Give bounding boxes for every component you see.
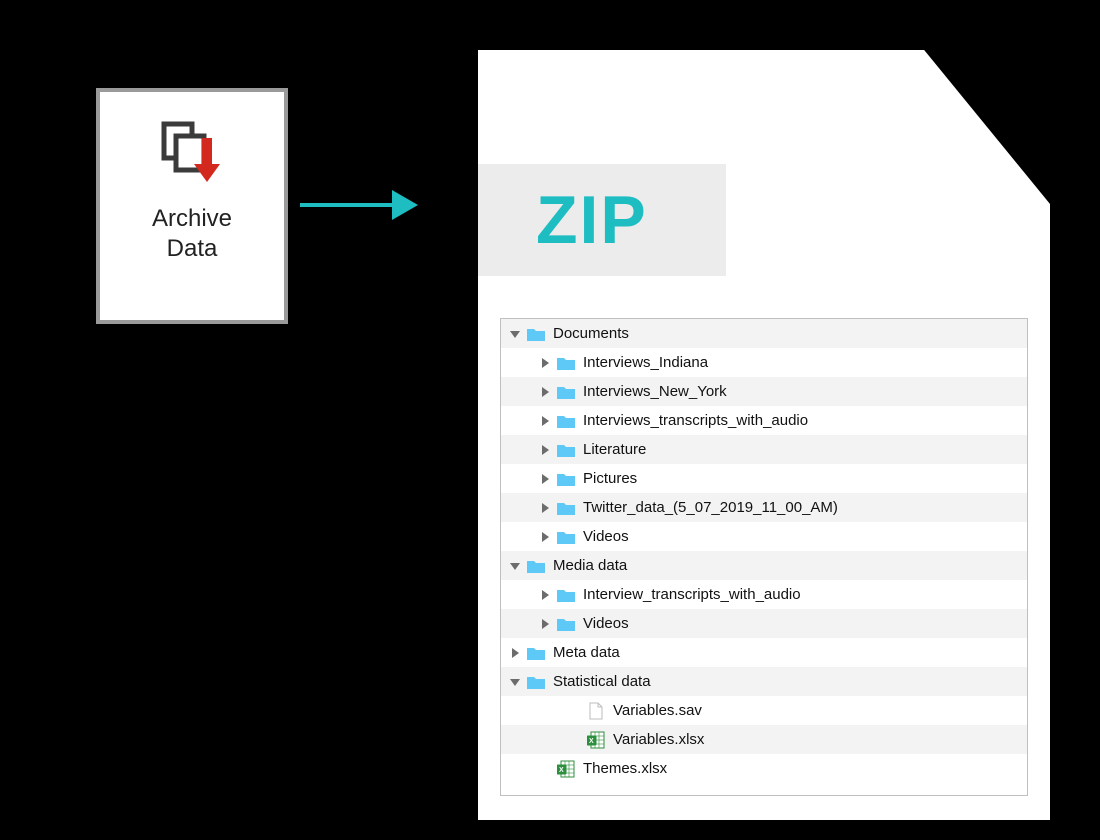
tree-label: Media data xyxy=(553,557,627,574)
tree-row-videos-docs[interactable]: Videos xyxy=(501,522,1027,551)
tree-row-variables-xlsx[interactable]: X Variables.xlsx xyxy=(501,725,1027,754)
tree-label: Themes.xlsx xyxy=(583,760,667,777)
disclosure-closed-icon[interactable] xyxy=(539,473,551,485)
tree-label: Documents xyxy=(553,325,629,342)
tree-row-themes-xlsx[interactable]: X Themes.xlsx xyxy=(501,754,1027,783)
tree-row-twitter-data[interactable]: Twitter_data_(5_07_2019_11_00_AM) xyxy=(501,493,1027,522)
folder-icon xyxy=(527,673,545,691)
folder-icon xyxy=(557,499,575,517)
tree-row-pictures[interactable]: Pictures xyxy=(501,464,1027,493)
tree-label: Literature xyxy=(583,441,646,458)
tree-label: Interviews_Indiana xyxy=(583,354,708,371)
folder-icon xyxy=(557,354,575,372)
tree-label: Videos xyxy=(583,615,629,632)
tree-row-interviews-ny[interactable]: Interviews_New_York xyxy=(501,377,1027,406)
tree-label: Interviews_transcripts_with_audio xyxy=(583,412,808,429)
folder-icon xyxy=(557,615,575,633)
disclosure-none-icon xyxy=(569,705,581,717)
tree-label: Interviews_New_York xyxy=(583,383,727,400)
disclosure-closed-icon[interactable] xyxy=(509,647,521,659)
folder-icon xyxy=(527,325,545,343)
folder-icon xyxy=(557,470,575,488)
tree-row-videos-media[interactable]: Videos xyxy=(501,609,1027,638)
tree-label: Interview_transcripts_with_audio xyxy=(583,586,801,603)
archive-data-label: Archive Data xyxy=(152,204,232,264)
disclosure-none-icon xyxy=(539,763,551,775)
disclosure-open-icon[interactable] xyxy=(509,560,521,572)
svg-text:X: X xyxy=(589,738,594,745)
svg-text:X: X xyxy=(559,767,564,774)
folder-icon xyxy=(557,528,575,546)
disclosure-closed-icon[interactable] xyxy=(539,357,551,369)
disclosure-open-icon[interactable] xyxy=(509,328,521,340)
folder-icon xyxy=(557,412,575,430)
tree-row-interviews-indiana[interactable]: Interviews_Indiana xyxy=(501,348,1027,377)
archive-data-card[interactable]: Archive Data xyxy=(96,88,288,324)
file-tree: Documents Interviews_Indiana Interviews_… xyxy=(501,319,1027,783)
folder-icon xyxy=(527,644,545,662)
archive-data-label-line1: Archive xyxy=(152,205,232,232)
folder-icon xyxy=(557,383,575,401)
archive-data-label-line2: Data xyxy=(167,235,218,262)
disclosure-closed-icon[interactable] xyxy=(539,444,551,456)
tree-label: Meta data xyxy=(553,644,620,661)
folder-icon xyxy=(557,441,575,459)
disclosure-closed-icon[interactable] xyxy=(539,589,551,601)
tree-row-statistical-data[interactable]: Statistical data xyxy=(501,667,1027,696)
folder-icon xyxy=(527,557,545,575)
arrow-right-icon xyxy=(300,180,418,230)
tree-label: Twitter_data_(5_07_2019_11_00_AM) xyxy=(583,499,838,516)
tree-row-interviews-transcripts[interactable]: Interviews_transcripts_with_audio xyxy=(501,406,1027,435)
tree-label: Pictures xyxy=(583,470,637,487)
tree-label: Variables.sav xyxy=(613,702,702,719)
tree-row-documents[interactable]: Documents xyxy=(501,319,1027,348)
disclosure-closed-icon[interactable] xyxy=(539,502,551,514)
zip-header-band: ZIP xyxy=(478,164,726,276)
zip-label: ZIP xyxy=(536,181,648,259)
disclosure-closed-icon[interactable] xyxy=(539,415,551,427)
file-xlsx-icon: X xyxy=(557,760,575,778)
disclosure-closed-icon[interactable] xyxy=(539,531,551,543)
disclosure-none-icon xyxy=(569,734,581,746)
archive-data-card-inner: Archive Data xyxy=(152,104,232,264)
file-tree-panel: Documents Interviews_Indiana Interviews_… xyxy=(500,318,1028,796)
tree-row-media-data[interactable]: Media data xyxy=(501,551,1027,580)
tree-row-literature[interactable]: Literature xyxy=(501,435,1027,464)
tree-label: Variables.xlsx xyxy=(613,731,704,748)
tree-row-interview-transcripts[interactable]: Interview_transcripts_with_audio xyxy=(501,580,1027,609)
disclosure-closed-icon[interactable] xyxy=(539,618,551,630)
zip-page: ZIP Documents Interviews_Indiana Intervi… xyxy=(478,50,1050,820)
file-blank-icon xyxy=(587,702,605,720)
disclosure-open-icon[interactable] xyxy=(509,676,521,688)
file-xlsx-icon: X xyxy=(587,731,605,749)
tree-label: Videos xyxy=(583,528,629,545)
archive-down-icon xyxy=(156,120,228,192)
tree-row-meta-data[interactable]: Meta data xyxy=(501,638,1027,667)
tree-row-variables-sav[interactable]: Variables.sav xyxy=(501,696,1027,725)
tree-label: Statistical data xyxy=(553,673,651,690)
disclosure-closed-icon[interactable] xyxy=(539,386,551,398)
folder-icon xyxy=(557,586,575,604)
